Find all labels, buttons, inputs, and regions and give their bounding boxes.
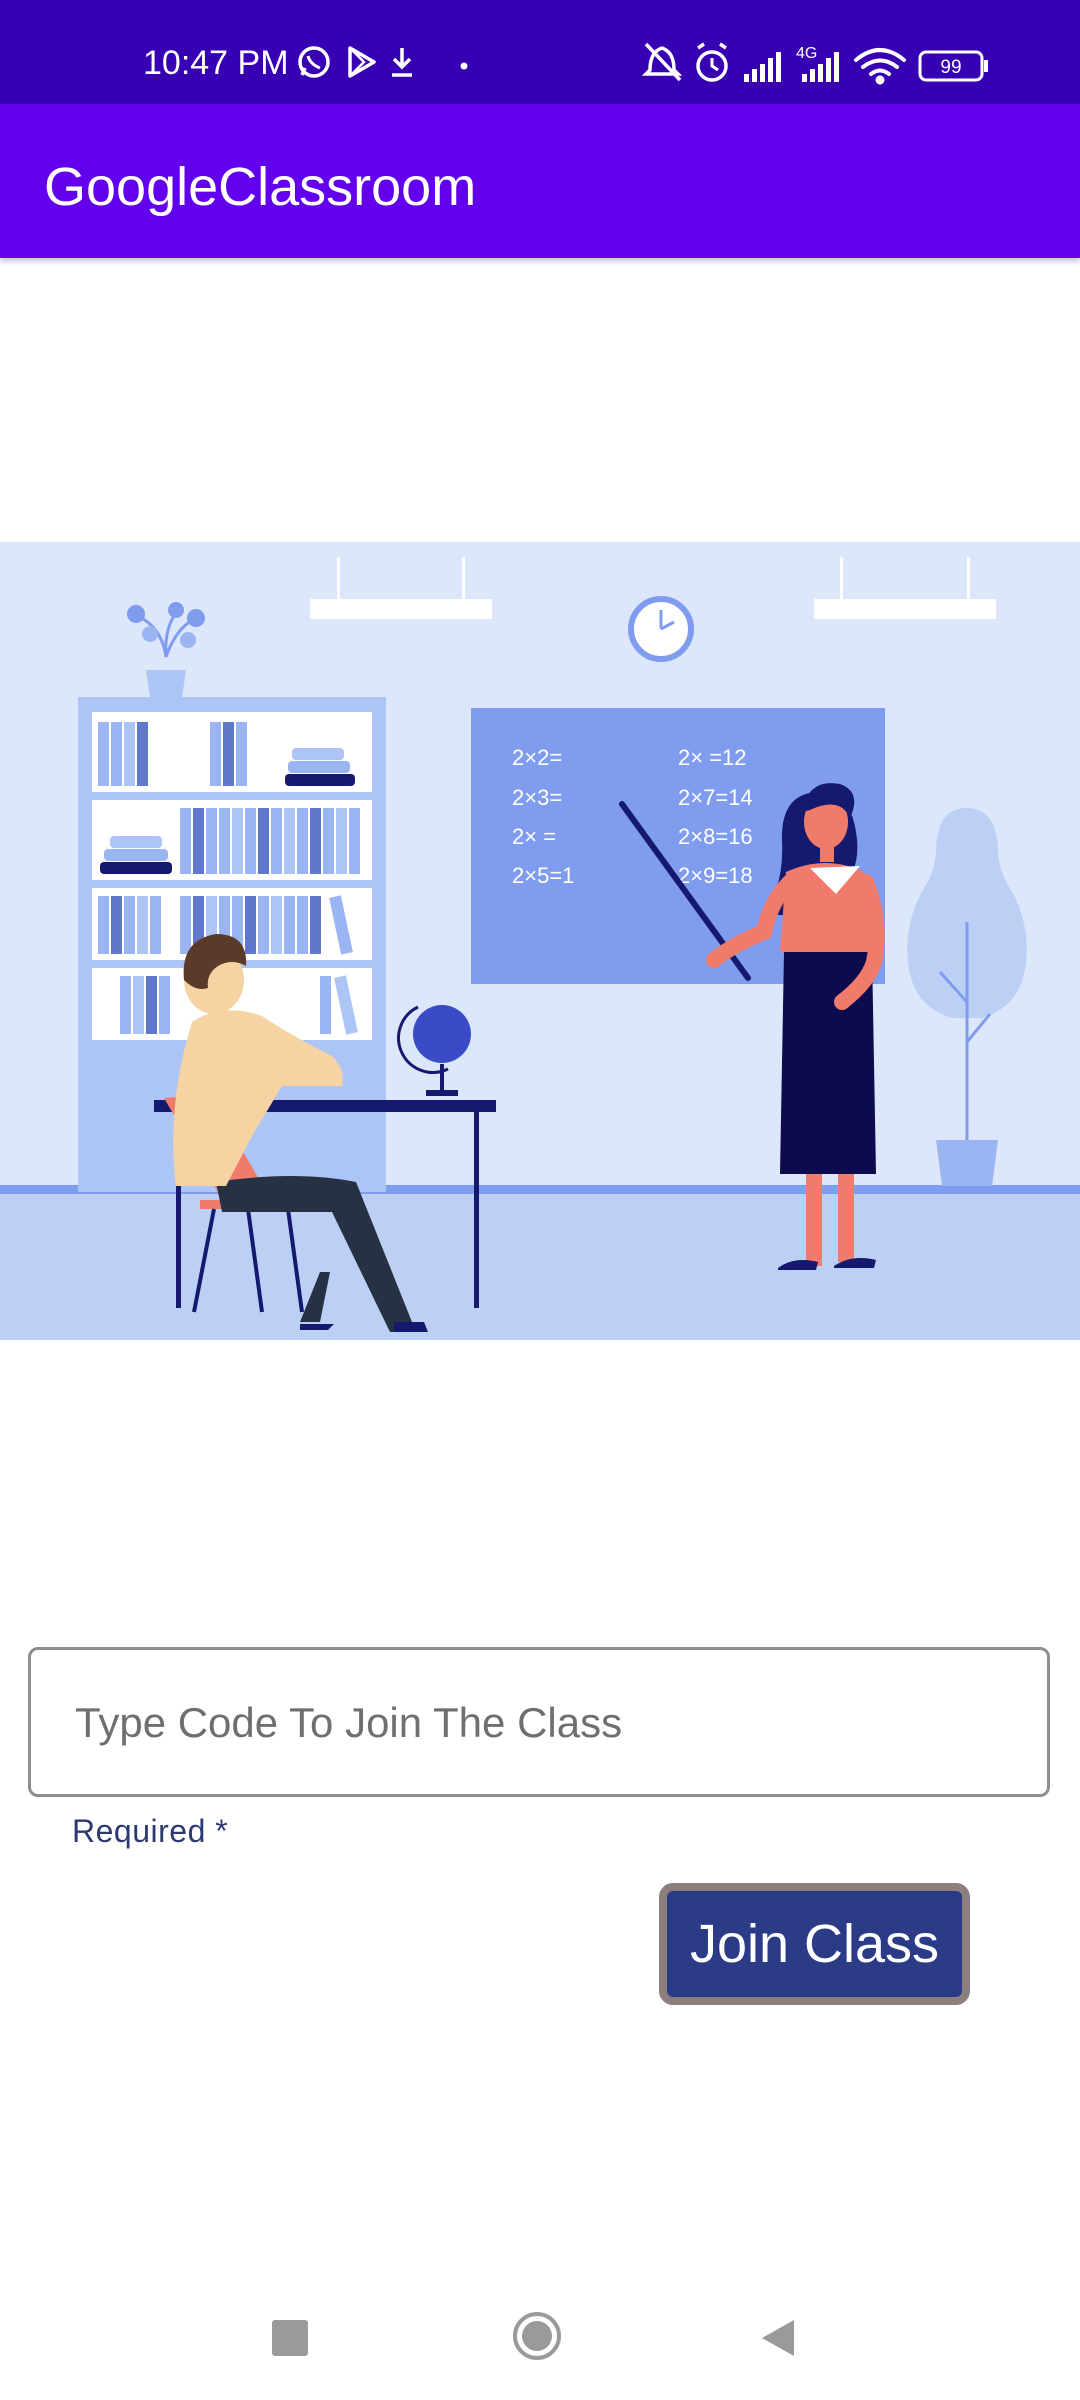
join-class-button[interactable]: Join Class — [659, 1883, 970, 2005]
home-icon[interactable] — [511, 2310, 563, 2362]
board-right-line-2: 2×7=14 — [678, 785, 753, 810]
class-code-input[interactable] — [73, 1650, 1007, 1796]
play-store-icon — [348, 46, 376, 78]
svg-text:99: 99 — [940, 57, 961, 78]
alarm-icon — [696, 42, 728, 82]
board-right-line-3: 2×8=16 — [678, 824, 753, 849]
dot-icon — [460, 62, 468, 70]
recent-apps-icon[interactable] — [272, 2320, 308, 2356]
mute-bell-icon — [642, 42, 683, 82]
class-code-field — [28, 1647, 1050, 1797]
floor — [0, 1190, 1080, 1340]
clock-icon — [628, 596, 694, 662]
status-right-icons: 4G 99 — [642, 42, 988, 85]
board-right-line-1: 2× =12 — [678, 745, 747, 770]
status-time: 10:47 PM — [143, 44, 289, 82]
board-left-line-3: 2× = — [512, 824, 556, 849]
signal-icon — [744, 52, 781, 82]
signal-4g-icon: 4G — [796, 45, 839, 82]
board-left-line-4: 2×5=1 — [512, 863, 574, 888]
classroom-illustration: 2×2= 2×3= 2× = 2×5=1 2× =12 2×7=14 2×8=1… — [0, 542, 1080, 1349]
board-left-line-1: 2×2= — [512, 745, 562, 770]
status-bar: 10:47 PM 4G 99 — [0, 0, 1080, 104]
whatsapp-icon — [298, 46, 330, 78]
download-icon — [392, 48, 412, 77]
svg-text:4G: 4G — [796, 45, 817, 62]
required-helper-text: Required * — [72, 1813, 229, 1849]
back-icon[interactable] — [760, 2318, 796, 2358]
wifi-icon — [854, 48, 906, 85]
board-right-line-4: 2×9=18 — [678, 863, 753, 888]
app-title: GoogleClassroom — [44, 157, 477, 217]
battery-icon: 99 — [918, 50, 988, 82]
board-left-line-2: 2×3= — [512, 785, 562, 810]
status-left-icons — [298, 46, 468, 78]
system-nav-bar — [0, 2300, 1080, 2400]
app-bar: GoogleClassroom — [0, 104, 1080, 258]
